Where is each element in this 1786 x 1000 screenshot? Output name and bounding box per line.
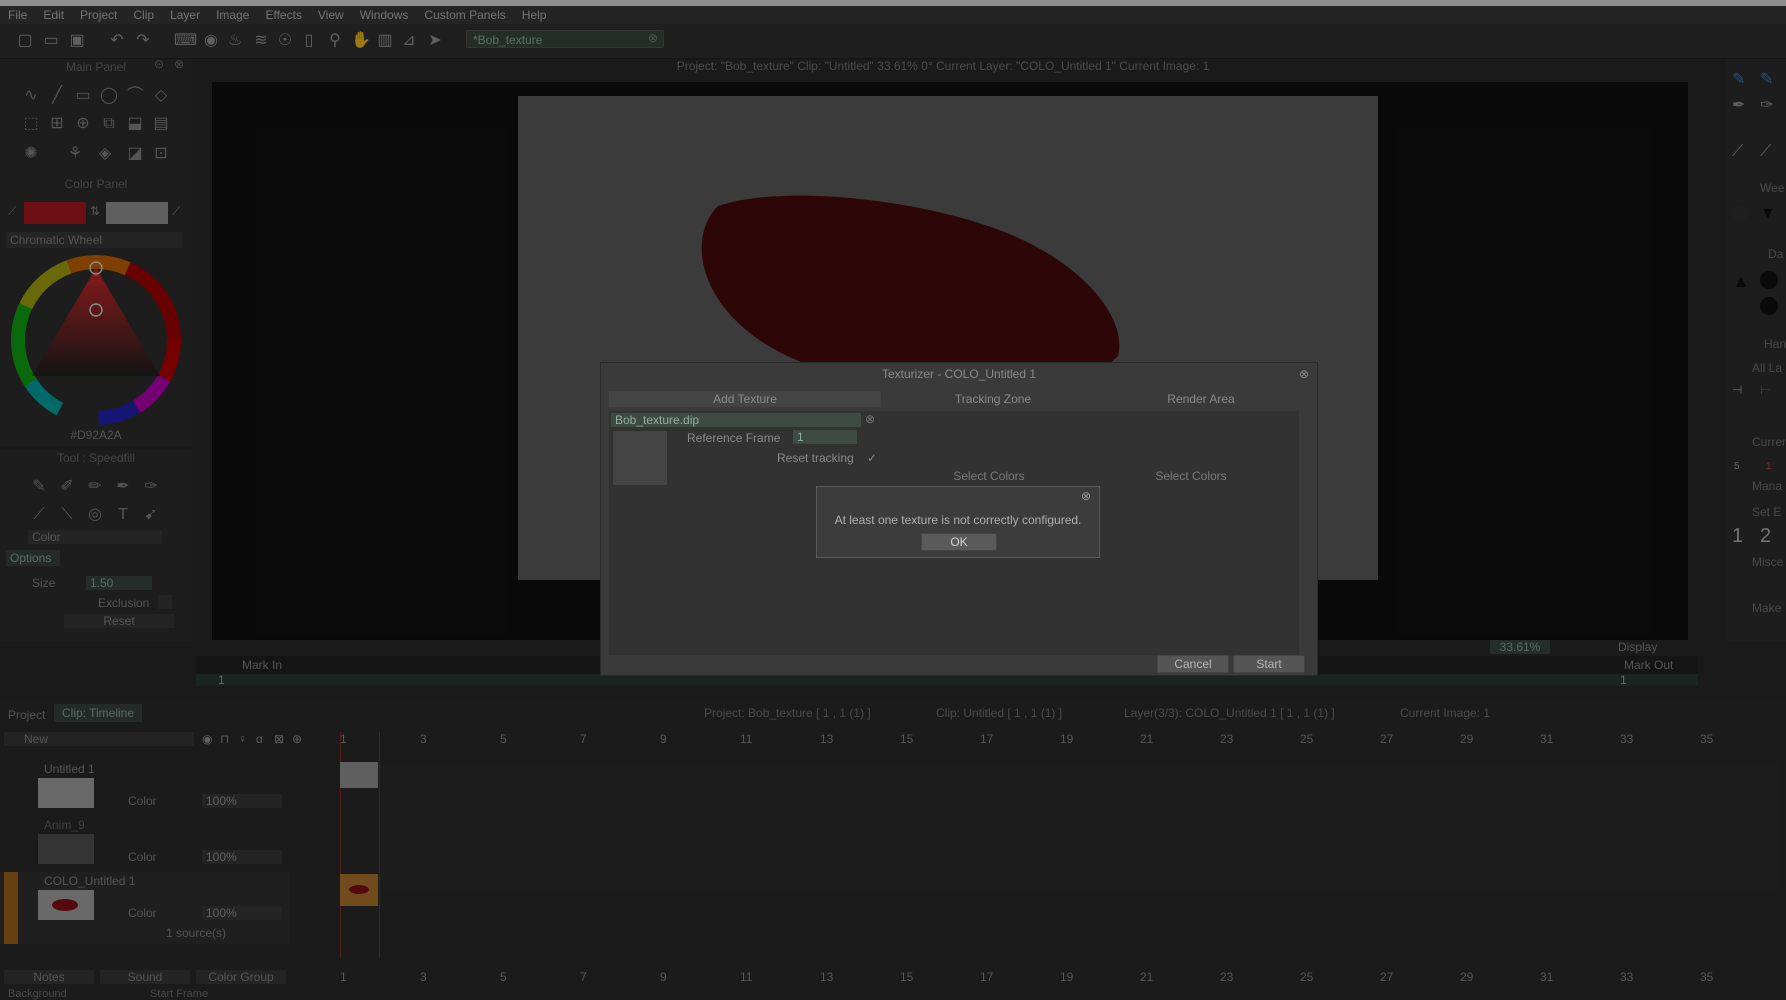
- reference-frame-label: Reference Frame: [687, 431, 781, 445]
- cancel-button[interactable]: Cancel: [1157, 655, 1229, 673]
- reference-frame-field[interactable]: 1: [793, 430, 857, 444]
- texturizer-title: Texturizer - COLO_Untitled 1: [881, 367, 1037, 381]
- tab-render-area[interactable]: Render Area: [1101, 391, 1301, 407]
- ok-button[interactable]: OK: [921, 533, 997, 551]
- select-colors-button-2[interactable]: Select Colors: [1093, 469, 1289, 483]
- texture-thumbnail: [613, 431, 667, 485]
- alert-close-icon[interactable]: ⊗: [1081, 489, 1091, 503]
- alert-dialog: ⊗ At least one texture is not correctly …: [816, 486, 1100, 558]
- reset-tracking-label: Reset tracking: [777, 451, 854, 465]
- remove-texture-icon[interactable]: ⊗: [865, 412, 875, 426]
- texture-file-field[interactable]: Bob_texture.dip: [611, 413, 861, 427]
- reset-tracking-check[interactable]: ✓: [867, 451, 877, 465]
- tab-tracking-zone[interactable]: Tracking Zone: [885, 391, 1101, 407]
- select-colors-button-1[interactable]: Select Colors: [889, 469, 1089, 483]
- tab-add-texture[interactable]: Add Texture: [609, 391, 881, 407]
- texturizer-close-icon[interactable]: ⊗: [1299, 367, 1309, 381]
- start-button[interactable]: Start: [1233, 655, 1305, 673]
- alert-message: At least one texture is not correctly co…: [834, 513, 1082, 527]
